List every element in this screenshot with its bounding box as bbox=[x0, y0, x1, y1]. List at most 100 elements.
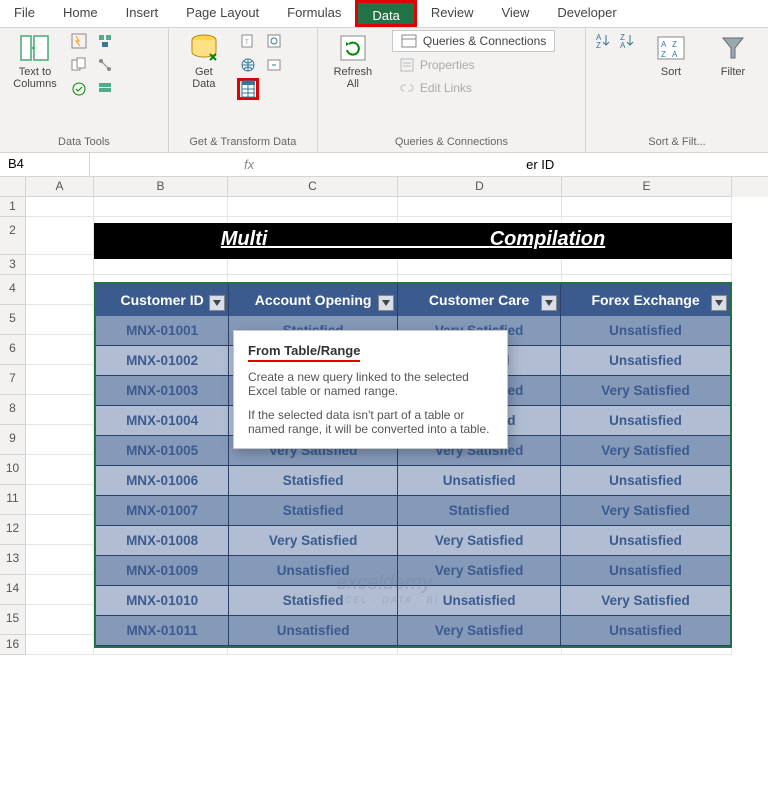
tab-review[interactable]: Review bbox=[417, 0, 488, 27]
row-header[interactable]: 13 bbox=[0, 545, 26, 575]
row-header[interactable]: 2 bbox=[0, 217, 26, 255]
row-header[interactable]: 14 bbox=[0, 575, 26, 605]
filter-button[interactable]: Filter bbox=[704, 30, 762, 80]
cell[interactable] bbox=[26, 197, 94, 217]
table-cell: Unsatisfied bbox=[561, 616, 730, 646]
cell[interactable] bbox=[26, 365, 94, 395]
filter-dropdown-icon[interactable] bbox=[378, 295, 394, 311]
data-validation-icon[interactable] bbox=[68, 78, 90, 100]
filter-dropdown-icon[interactable] bbox=[541, 295, 557, 311]
existing-connections-icon[interactable] bbox=[263, 54, 285, 76]
data-model-icon[interactable] bbox=[94, 78, 116, 100]
row-header[interactable]: 11 bbox=[0, 485, 26, 515]
cell[interactable] bbox=[94, 197, 228, 217]
svg-text:A: A bbox=[661, 40, 667, 49]
row-header[interactable]: 12 bbox=[0, 515, 26, 545]
svg-text:A: A bbox=[672, 50, 678, 59]
col-header[interactable]: C bbox=[228, 177, 398, 197]
from-text-csv-icon[interactable]: T bbox=[237, 30, 259, 52]
from-web-icon[interactable] bbox=[237, 54, 259, 76]
table-cell: Statisfied bbox=[229, 466, 398, 496]
cell[interactable] bbox=[26, 425, 94, 455]
text-to-columns-button[interactable]: Text to Columns bbox=[6, 30, 64, 92]
row-header[interactable]: 3 bbox=[0, 255, 26, 275]
table-row[interactable]: MNX-01008Very SatisfiedVery SatisfiedUns… bbox=[96, 526, 730, 556]
row-header[interactable]: 5 bbox=[0, 305, 26, 335]
filter-dropdown-icon[interactable] bbox=[711, 295, 727, 311]
sort-desc-icon[interactable]: ZA bbox=[616, 30, 638, 52]
col-header[interactable]: E bbox=[562, 177, 732, 197]
cell[interactable] bbox=[26, 305, 94, 335]
table-row[interactable]: MNX-01011UnsatisfiedVery SatisfiedUnsati… bbox=[96, 616, 730, 646]
tab-developer[interactable]: Developer bbox=[543, 0, 630, 27]
table-row[interactable]: MNX-01006StatisfiedUnsatisfiedUnsatisfie… bbox=[96, 466, 730, 496]
table-cell: Unsatisfied bbox=[561, 406, 730, 436]
row-header[interactable]: 15 bbox=[0, 605, 26, 635]
get-data-button[interactable]: Get Data bbox=[175, 30, 233, 92]
cell[interactable] bbox=[228, 197, 398, 217]
row-header[interactable]: 9 bbox=[0, 425, 26, 455]
title-banner: Multi Compilation bbox=[94, 223, 732, 259]
consolidate-icon[interactable] bbox=[94, 30, 116, 52]
cell[interactable] bbox=[26, 515, 94, 545]
tab-file[interactable]: File bbox=[0, 0, 49, 27]
worksheet: A B C D E 12345678910111213141516 Multi … bbox=[0, 177, 768, 655]
table-header-cell[interactable]: Forex Exchange bbox=[561, 284, 730, 316]
cell[interactable] bbox=[26, 545, 94, 575]
from-table-range-button[interactable] bbox=[237, 78, 259, 100]
tab-formulas[interactable]: Formulas bbox=[273, 0, 355, 27]
cell[interactable] bbox=[26, 275, 94, 305]
properties-icon bbox=[400, 58, 414, 72]
col-header[interactable]: A bbox=[26, 177, 94, 197]
table-cell: Very Satisfied bbox=[398, 556, 561, 586]
table-cell: Unsatisfied bbox=[561, 316, 730, 346]
group-queries-connections: Refresh All Queries & Connections Proper… bbox=[318, 28, 586, 152]
table-cell: Unsatisfied bbox=[561, 556, 730, 586]
cell[interactable] bbox=[26, 217, 94, 255]
row-header[interactable]: 6 bbox=[0, 335, 26, 365]
table-header-cell[interactable]: Customer ID bbox=[96, 284, 229, 316]
cell[interactable] bbox=[398, 197, 562, 217]
tab-home[interactable]: Home bbox=[49, 0, 112, 27]
recent-sources-icon[interactable] bbox=[263, 30, 285, 52]
cell[interactable] bbox=[26, 395, 94, 425]
row-header[interactable]: 4 bbox=[0, 275, 26, 305]
col-header[interactable]: B bbox=[94, 177, 228, 197]
cell[interactable] bbox=[26, 485, 94, 515]
cell[interactable] bbox=[26, 335, 94, 365]
row-header[interactable]: 1 bbox=[0, 197, 26, 217]
queries-connections-button[interactable]: Queries & Connections bbox=[392, 30, 555, 52]
cell[interactable] bbox=[26, 575, 94, 605]
table-row[interactable]: MNX-01007StatisfiedStatisfiedVery Satisf… bbox=[96, 496, 730, 526]
row-header[interactable]: 16 bbox=[0, 635, 26, 655]
group-label: Get & Transform Data bbox=[175, 134, 311, 152]
flash-fill-icon[interactable] bbox=[68, 30, 90, 52]
row-header[interactable]: 10 bbox=[0, 455, 26, 485]
sort-asc-icon[interactable]: AZ bbox=[592, 30, 614, 52]
cell[interactable] bbox=[26, 255, 94, 275]
table-header-cell[interactable]: Customer Care bbox=[398, 284, 561, 316]
remove-duplicates-icon[interactable] bbox=[68, 54, 90, 76]
tab-page-layout[interactable]: Page Layout bbox=[172, 0, 273, 27]
sort-button[interactable]: AZZA Sort bbox=[642, 30, 700, 80]
cell[interactable] bbox=[26, 635, 94, 655]
cell[interactable] bbox=[26, 455, 94, 485]
row-header[interactable]: 7 bbox=[0, 365, 26, 395]
table-cell: Unsatisfied bbox=[561, 346, 730, 376]
refresh-all-button[interactable]: Refresh All bbox=[324, 30, 382, 92]
formula-area[interactable]: fx er ID bbox=[90, 153, 768, 176]
table-header-cell[interactable]: Account Opening bbox=[229, 284, 398, 316]
relationships-icon[interactable] bbox=[94, 54, 116, 76]
row-header[interactable]: 8 bbox=[0, 395, 26, 425]
table-row[interactable]: MNX-01010StatisfiedUnsatisfiedVery Satis… bbox=[96, 586, 730, 616]
cell[interactable] bbox=[26, 605, 94, 635]
name-box[interactable]: B4 bbox=[0, 153, 90, 176]
tab-view[interactable]: View bbox=[487, 0, 543, 27]
select-all[interactable] bbox=[0, 177, 26, 197]
tab-data[interactable]: Data bbox=[355, 0, 416, 27]
table-row[interactable]: MNX-01009UnsatisfiedVery SatisfiedUnsati… bbox=[96, 556, 730, 586]
col-header[interactable]: D bbox=[398, 177, 562, 197]
tab-insert[interactable]: Insert bbox=[112, 0, 173, 27]
cell[interactable] bbox=[562, 197, 732, 217]
filter-dropdown-icon[interactable] bbox=[209, 295, 225, 311]
